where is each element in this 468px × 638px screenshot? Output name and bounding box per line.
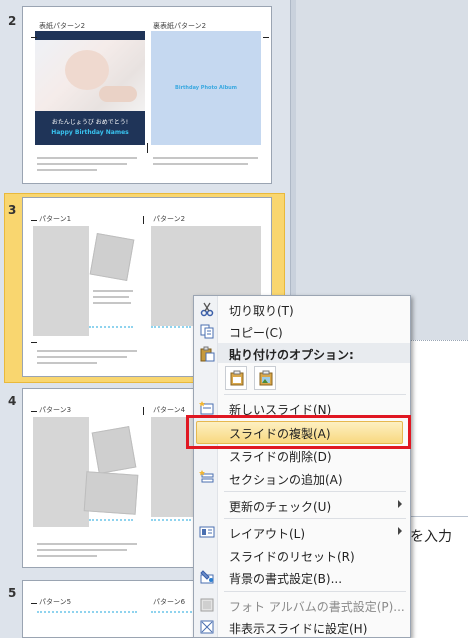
menu-section-paste-options: 貼り付けのオプション:	[194, 343, 410, 365]
menu-item-label: コピー(C)	[229, 326, 283, 340]
note-line	[37, 356, 127, 358]
submenu-arrow-icon	[398, 500, 402, 508]
new-slide-icon	[199, 401, 214, 415]
menu-item-reset-slide[interactable]: スライドのリセット(R)	[194, 544, 410, 566]
dotted-border	[89, 326, 133, 329]
paste-keep-formatting-button[interactable]	[225, 366, 247, 390]
dotted-border	[37, 611, 137, 614]
menu-item-check-updates[interactable]: 更新のチェック(U)	[194, 494, 410, 516]
scissors-icon	[200, 302, 214, 317]
paste-options-header: 貼り付けのオプション:	[218, 343, 410, 363]
crop-mark	[263, 37, 269, 38]
photo-placeholder	[33, 226, 89, 336]
crop-mark	[31, 37, 37, 38]
section-icon	[199, 470, 214, 483]
crop-mark	[143, 216, 144, 224]
note-line	[93, 296, 129, 298]
menu-item-format-background[interactable]: 背景の書式設定(B)...	[194, 566, 410, 588]
crop-mark	[31, 342, 37, 343]
paste-icon	[230, 370, 244, 386]
note-line	[37, 157, 137, 159]
menu-item-label: フォト アルバムの書式設定(P)...	[229, 600, 405, 614]
background-icon	[200, 570, 214, 584]
dotted-border	[151, 519, 191, 522]
album-title: Birthday Photo Album	[175, 85, 237, 91]
page-label: 裏表紙パターン2	[153, 22, 207, 30]
menu-separator	[224, 518, 406, 519]
menu-item-label: 貼り付けのオプション:	[229, 348, 354, 362]
dotted-border	[89, 519, 133, 522]
page-label: パターン4	[153, 406, 186, 414]
note-line	[37, 549, 127, 551]
menu-item-label: スライドの削除(D)	[229, 450, 332, 464]
slide-canvas-edge	[296, 0, 468, 340]
menu-item-label: セクションの追加(A)	[229, 473, 343, 487]
birthday-banner: Happy Birthday Names	[51, 129, 129, 136]
layout-icon	[199, 526, 215, 538]
menu-item-label: 更新のチェック(U)	[229, 500, 332, 514]
baby-head	[65, 50, 109, 90]
note-line	[37, 163, 127, 165]
photo-caption: おたんじょうび おめでとう!	[51, 119, 129, 126]
menu-item-label: 非表示スライドに設定(H)	[229, 622, 368, 636]
note-line	[37, 362, 97, 364]
baby-photo	[35, 40, 145, 118]
crop-mark	[147, 143, 148, 153]
crop-mark	[31, 411, 37, 412]
hide-slide-icon	[200, 620, 214, 634]
page-label: パターン3	[39, 406, 72, 414]
paste-picture-icon	[259, 370, 273, 386]
dotted-border	[151, 326, 191, 329]
photo-placeholder	[83, 471, 139, 515]
page-label: パターン5	[39, 598, 72, 606]
menu-item-label: 切り取り(T)	[229, 304, 294, 318]
note-line	[93, 302, 131, 304]
menu-item-label: スライドのリセット(R)	[229, 550, 355, 564]
page-label: パターン6	[153, 598, 186, 606]
menu-item-label: レイアウト(L)	[229, 527, 306, 541]
menu-item-copy[interactable]: コピー(C)	[194, 320, 410, 342]
slide-number-3: 3	[8, 203, 17, 217]
baby-arm	[99, 86, 137, 102]
menu-item-cut[interactable]: 切り取り(T)	[194, 298, 410, 320]
photo-placeholder	[91, 426, 137, 474]
clipboard-icon	[200, 346, 215, 362]
note-line	[37, 350, 137, 352]
note-line	[153, 163, 248, 165]
copy-icon	[200, 324, 214, 339]
menu-item-add-section[interactable]: セクションの追加(A)	[194, 467, 410, 489]
submenu-arrow-icon	[398, 527, 402, 535]
crop-mark	[143, 407, 144, 415]
note-line	[37, 555, 97, 557]
note-line	[37, 169, 97, 171]
photo-placeholder	[33, 417, 89, 527]
menu-item-hide-slide[interactable]: 非表示スライドに設定(H)	[194, 616, 410, 638]
menu-separator	[224, 491, 406, 492]
crop-mark	[31, 220, 37, 221]
note-line	[93, 290, 133, 292]
page-label: パターン2	[153, 215, 186, 223]
note-line	[37, 543, 137, 545]
slide-number-2: 2	[8, 14, 17, 28]
page-label: 表紙パターン2	[39, 22, 86, 30]
menu-item-delete-slide[interactable]: スライドの削除(D)	[194, 444, 410, 466]
menu-item-format-photo-album: フォト アルバムの書式設定(P)...	[194, 594, 410, 616]
menu-separator	[224, 394, 406, 395]
crop-mark	[31, 603, 37, 604]
menu-separator	[224, 591, 406, 592]
menu-item-label: 背景の書式設定(B)...	[229, 572, 343, 586]
slide-number-5: 5	[8, 586, 17, 600]
photo-album-icon	[200, 598, 214, 612]
photo-placeholder	[89, 233, 135, 281]
notes-placeholder[interactable]: を入力	[410, 526, 452, 546]
slide-thumbnail-2[interactable]: 表紙パターン2 裏表紙パターン2 おたんじょうび おめでとう! Happy Bi…	[22, 6, 272, 184]
page-label: パターン1	[39, 215, 72, 223]
menu-item-layout[interactable]: レイアウト(L)	[194, 521, 410, 543]
slide-number-4: 4	[8, 394, 17, 408]
paste-picture-button[interactable]	[254, 366, 276, 390]
note-line	[153, 157, 258, 159]
